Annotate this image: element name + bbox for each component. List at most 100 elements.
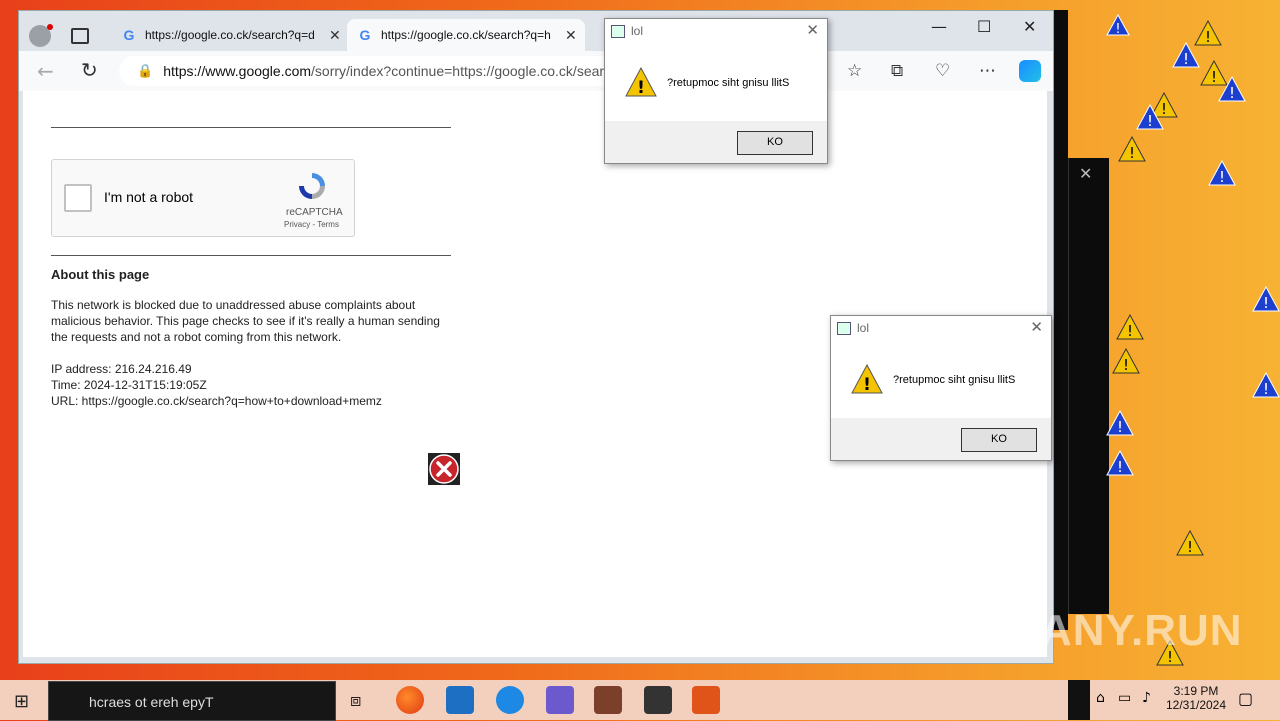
dialog-footer: KO bbox=[831, 418, 1051, 460]
ok-button[interactable]: KO bbox=[737, 131, 813, 155]
close-icon[interactable]: ✕ bbox=[1030, 318, 1043, 336]
minimize-button[interactable]: — bbox=[931, 17, 947, 36]
dialog-message: ?retupmoc siht gnisu llitS bbox=[667, 77, 790, 89]
tab-actions-icon[interactable] bbox=[71, 28, 89, 44]
edge-app-icon[interactable] bbox=[396, 686, 424, 714]
timestamp: Time: 2024-12-31T15:19:05Z bbox=[51, 378, 207, 392]
ok-button[interactable]: KO bbox=[961, 428, 1037, 452]
close-tab-icon[interactable]: ✕ bbox=[329, 27, 341, 44]
reload-button[interactable]: ↻ bbox=[81, 58, 98, 82]
close-window-button[interactable]: ✕ bbox=[1023, 17, 1036, 36]
svg-text:!: ! bbox=[1187, 538, 1193, 556]
divider bbox=[51, 127, 451, 128]
search-placeholder: hcraes ot ereh epyT bbox=[89, 694, 214, 710]
warning-icon: ! bbox=[1116, 314, 1144, 340]
warning-icon: ! bbox=[1172, 42, 1200, 68]
svg-text:!: ! bbox=[1117, 418, 1123, 436]
warning-icon: ! bbox=[1106, 14, 1130, 36]
taskbar-search-box[interactable]: hcraes ot ereh epyT bbox=[48, 681, 336, 721]
warning-icon: ! bbox=[1252, 372, 1280, 398]
recaptcha-widget: I'm not a robot reCAPTCHA Privacy - Term… bbox=[51, 159, 355, 237]
background-console-window: ✕ bbox=[1068, 158, 1109, 614]
google-favicon-icon: G bbox=[359, 27, 371, 43]
svg-text:!: ! bbox=[1147, 112, 1153, 130]
browser-essentials-icon[interactable]: ♡ bbox=[935, 61, 950, 81]
copilot-icon[interactable] bbox=[1019, 60, 1041, 82]
svg-text:!: ! bbox=[1129, 144, 1135, 162]
svg-text:!: ! bbox=[1183, 50, 1189, 68]
app-icon bbox=[611, 25, 625, 38]
warning-icon: ! bbox=[1118, 136, 1146, 162]
notification-dot bbox=[47, 24, 53, 30]
error-icon bbox=[428, 453, 460, 485]
app-icon bbox=[837, 322, 851, 335]
address-bar[interactable]: 🔒 https://www.google.com/sorry/index?con… bbox=[119, 56, 619, 86]
recaptcha-checkbox[interactable] bbox=[64, 184, 92, 212]
app-icon[interactable] bbox=[644, 686, 672, 714]
warning-icon: ! bbox=[1218, 76, 1246, 102]
show-hidden-icons[interactable] bbox=[1068, 680, 1090, 720]
tab-search-2[interactable]: G https://google.co.ck/search?q=h ✕ bbox=[347, 19, 585, 51]
warning-icon: ! bbox=[625, 67, 657, 97]
dialog-footer: KO bbox=[605, 121, 827, 163]
tab-label: https://google.co.ck/search?q=h bbox=[381, 28, 551, 42]
browser-toolbar: ← ↻ 🔒 https://www.google.com/sorry/index… bbox=[19, 51, 1053, 91]
address-path: /sorry/index?continue=https://google.co.… bbox=[311, 63, 605, 79]
svg-text:!: ! bbox=[1117, 458, 1123, 476]
file-explorer-icon[interactable] bbox=[446, 686, 474, 714]
app-icon[interactable] bbox=[692, 686, 720, 714]
windows-start-icon[interactable]: ⊞ bbox=[14, 691, 29, 712]
ip-address: IP address: 216.24.216.49 bbox=[51, 362, 192, 376]
app-icon[interactable] bbox=[594, 686, 622, 714]
svg-text:!: ! bbox=[863, 375, 871, 394]
svg-text:!: ! bbox=[1123, 356, 1129, 374]
warning-icon: ! bbox=[1106, 410, 1134, 436]
svg-text:!: ! bbox=[1211, 68, 1217, 86]
favorites-icon[interactable]: ☆ bbox=[847, 61, 862, 81]
notification-icon[interactable]: ▢ bbox=[1238, 689, 1253, 708]
warning-icon: ! bbox=[1252, 286, 1280, 312]
back-button[interactable]: ← bbox=[37, 59, 54, 83]
warning-icon: ! bbox=[1106, 450, 1134, 476]
message-dialog: lol ✕ ! ?retupmoc siht gnisu llitS KO bbox=[604, 18, 828, 164]
clock-time: 3:19 PM bbox=[1173, 684, 1219, 698]
warning-icon: ! bbox=[1176, 530, 1204, 556]
svg-text:!: ! bbox=[1219, 168, 1225, 186]
tab-search-1[interactable]: G https://google.co.ck/search?q=d ✕ bbox=[111, 19, 345, 51]
about-heading: About this page bbox=[51, 267, 150, 282]
recaptcha-label: I'm not a robot bbox=[104, 189, 194, 205]
watermark: ANY.RUN bbox=[1040, 606, 1243, 655]
close-tab-icon[interactable]: ✕ bbox=[565, 27, 577, 44]
taskbar: ⊞ hcraes ot ereh epyT ⧈ ⌂ ▭ ♪ 3:19 PM 12… bbox=[0, 680, 1280, 721]
system-clock[interactable]: 3:19 PM 12/31/2024 bbox=[1164, 684, 1228, 712]
task-view-icon[interactable]: ⧈ bbox=[350, 690, 361, 711]
volume-icon[interactable]: ♪ bbox=[1142, 690, 1151, 706]
close-icon[interactable]: ✕ bbox=[1079, 164, 1092, 183]
svg-text:!: ! bbox=[1127, 322, 1133, 340]
collections-icon[interactable]: ⧉ bbox=[891, 61, 903, 81]
dialog-message: ?retupmoc siht gnisu llitS bbox=[893, 374, 1016, 386]
svg-text:!: ! bbox=[1263, 380, 1269, 398]
svg-text:!: ! bbox=[1229, 84, 1235, 102]
network-icon[interactable]: ▭ bbox=[1118, 690, 1131, 706]
recaptcha-terms-link[interactable]: Privacy - Terms bbox=[284, 220, 339, 229]
warning-icon: ! bbox=[1208, 160, 1236, 186]
google-favicon-icon: G bbox=[123, 27, 135, 43]
svg-text:!: ! bbox=[1205, 28, 1211, 46]
tab-label: https://google.co.ck/search?q=d bbox=[145, 28, 315, 42]
maximize-button[interactable]: ☐ bbox=[977, 17, 991, 36]
firefox-icon[interactable] bbox=[496, 686, 524, 714]
svg-text:!: ! bbox=[1115, 22, 1120, 36]
lock-icon: 🔒 bbox=[137, 63, 154, 78]
more-menu-icon[interactable]: ⋯ bbox=[979, 61, 996, 81]
close-icon[interactable]: ✕ bbox=[806, 21, 819, 39]
message-dialog: lol ✕ ! ?retupmoc siht gnisu llitS KO bbox=[830, 315, 1052, 461]
warning-icon: ! bbox=[1136, 104, 1164, 130]
svg-text:!: ! bbox=[637, 78, 645, 97]
address-host: https://www.google.com bbox=[163, 63, 312, 79]
recaptcha-brand: reCAPTCHA bbox=[286, 207, 343, 218]
divider bbox=[51, 255, 451, 256]
app-icon[interactable] bbox=[546, 686, 574, 714]
tray-icon[interactable]: ⌂ bbox=[1096, 690, 1105, 706]
recaptcha-logo-icon bbox=[299, 173, 325, 199]
